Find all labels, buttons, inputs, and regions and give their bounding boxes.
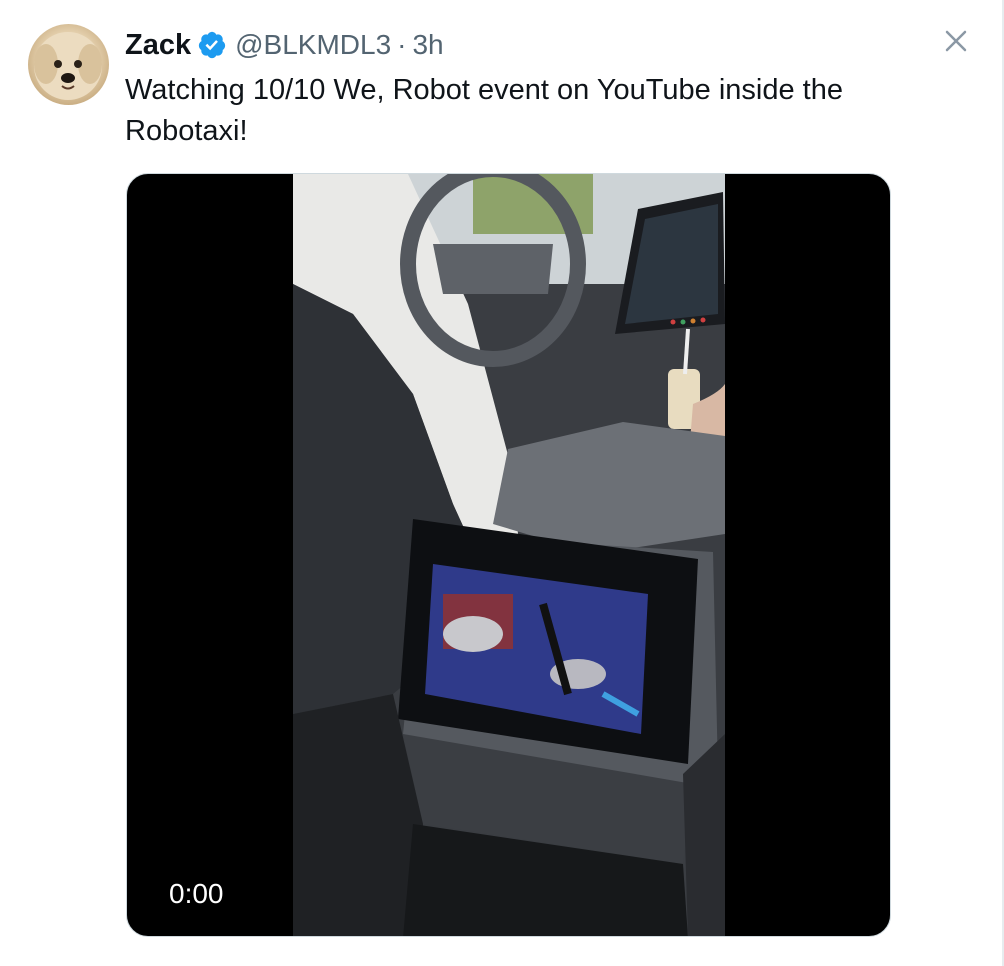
close-icon [945,30,967,52]
author-name[interactable]: Zack [125,29,191,62]
tweet-text: Watching 10/10 We, Robot event on YouTub… [125,74,843,147]
author-handle[interactable]: @BLKMDL3 [235,29,391,61]
verified-badge-icon [198,31,226,59]
tweet-card: Zack @BLKMDL3 · 3h Watching 10/10 We, Ro… [0,0,1004,966]
avatar[interactable] [28,24,109,105]
car-interior-video-image [293,174,725,936]
post-time[interactable]: 3h [412,29,443,61]
video-frame [293,174,725,936]
video-timestamp: 0:00 [169,878,224,909]
video-player[interactable]: 0:00 [126,173,891,937]
separator-dot: · [397,29,407,60]
close-button[interactable] [940,25,972,57]
dog-avatar-image [34,32,102,100]
tweet-header: Zack @BLKMDL3 · 3h [125,28,444,62]
